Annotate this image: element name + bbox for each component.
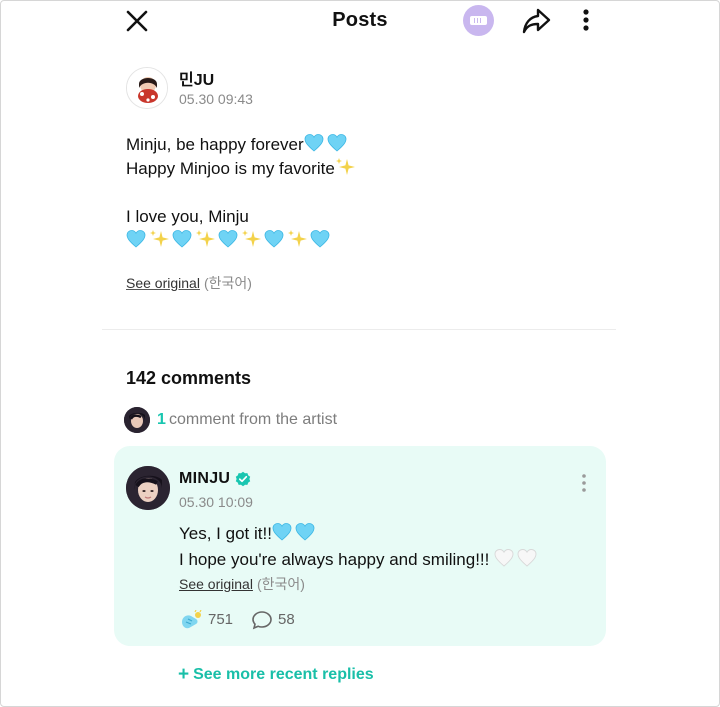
post-author-name[interactable]: 민JU [179, 66, 214, 90]
sparkles-icon [196, 230, 215, 247]
comment-line-text: I hope you're always happy and smiling!!… [179, 550, 490, 569]
comment-see-original: See original (한국어) [179, 574, 305, 594]
see-more-label: See more recent replies [193, 666, 374, 683]
post-see-original: See original (한국어) [126, 273, 252, 293]
sparkles-icon [150, 230, 169, 247]
blue-heart-icon [304, 134, 324, 152]
reply-count: 58 [278, 611, 295, 628]
comment-line-text: Yes, I got it!! [179, 524, 272, 543]
post-line: I love you, Minju [126, 205, 358, 229]
emoji-row [126, 229, 358, 253]
more-vertical-icon [583, 9, 589, 31]
post-author-avatar[interactable] [126, 67, 168, 109]
see-original-link[interactable]: See original [179, 576, 253, 592]
post-timestamp: 05.30 09:43 [179, 91, 253, 107]
post-line: Happy Minjoo is my favorite [126, 157, 358, 181]
comment-bubble-icon [252, 611, 272, 630]
artist-avatar[interactable] [126, 466, 170, 510]
post-line-text: I love you, Minju [126, 207, 249, 226]
comment-line: I hope you're always happy and smiling!!… [179, 547, 540, 573]
post-body: Minju, be happy forever Happy Minjoo is … [126, 133, 358, 253]
blue-heart-icon [327, 134, 347, 152]
divider [102, 329, 616, 330]
artist-comment-card: MINJU 05.30 10:09 Yes, I got it!! I hope… [114, 446, 606, 646]
artist-comment-text: Yes, I got it!! I hope you're always hap… [179, 521, 540, 573]
comments-count: 142 comments [126, 368, 252, 388]
blue-heart-icon [272, 523, 292, 541]
avatar-image [127, 68, 167, 108]
comment-more-button[interactable] [580, 473, 588, 493]
artist-comment-count: 1 [157, 411, 166, 428]
share-icon [522, 8, 551, 34]
dm-icon [470, 16, 487, 25]
share-button[interactable] [521, 6, 553, 36]
white-heart-icon [517, 549, 537, 567]
sparkles-icon [288, 230, 307, 247]
post-line: Minju, be happy forever [126, 133, 358, 157]
artist-mini-avatar [124, 407, 150, 433]
top-bar: Posts [0, 0, 720, 44]
post-line-text: Happy Minjoo is my favorite [126, 159, 335, 178]
blue-heart-icon [310, 230, 330, 248]
like-count: 751 [208, 611, 234, 628]
comment-line: Yes, I got it!! [179, 521, 540, 547]
post-line-text: Minju, be happy forever [126, 135, 304, 154]
plus-icon: + [178, 664, 190, 685]
avatar-image [126, 466, 170, 510]
see-more-replies-link[interactable]: + See more recent replies [178, 664, 374, 686]
blue-heart-icon [295, 523, 315, 541]
original-language: (한국어) [256, 576, 305, 592]
white-heart-icon [494, 549, 514, 567]
verified-badge-icon [235, 471, 251, 487]
artist-comment-timestamp: 05.30 10:09 [179, 494, 253, 510]
artist-comment-label: comment from the artist [169, 411, 338, 428]
blue-heart-icon [218, 230, 238, 248]
sparkles-icon [242, 230, 261, 247]
blue-heart-icon [264, 230, 284, 248]
more-vertical-icon [582, 474, 586, 492]
see-original-link[interactable]: See original [126, 275, 200, 291]
more-options-button[interactable] [578, 6, 594, 36]
like-reaction-icon [182, 610, 202, 629]
avatar-image [124, 407, 150, 433]
artist-name[interactable]: MINJU [179, 470, 230, 488]
blue-heart-icon [126, 230, 146, 248]
dm-button[interactable] [463, 5, 494, 36]
original-language: (한국어) [203, 275, 252, 291]
sparkles-icon [335, 158, 355, 175]
blue-heart-icon [172, 230, 192, 248]
page-title: Posts [332, 9, 388, 31]
